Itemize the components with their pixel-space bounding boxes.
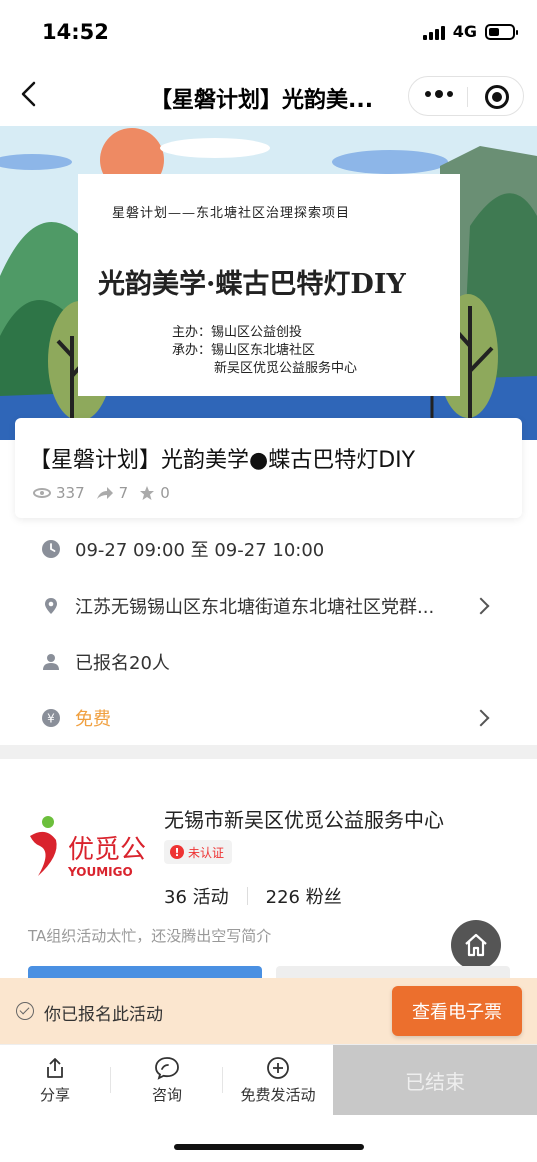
tab-divider — [110, 1067, 111, 1093]
publish-tab[interactable]: 免费发活动 — [232, 1045, 324, 1115]
event-location: 江苏无锡锡山区东北塘街道东北塘社区党群... — [75, 597, 435, 618]
consult-tab[interactable]: 咨询 — [136, 1045, 198, 1115]
miniprogram-capsule — [408, 76, 524, 116]
poster-organizers: 主办：锡山区公益创投 承办：锡山区东北塘社区 新吴区优觅公益服务中心 — [172, 324, 357, 378]
org-description: TA组织活动太忙，还没腾出空写简介 — [28, 927, 272, 945]
back-icon[interactable] — [18, 80, 44, 108]
nav-bar: 【星磐计划】光韵美... — [0, 62, 537, 126]
home-button[interactable] — [451, 920, 501, 970]
time-row: 09-27 09:00 至 09-27 10:00 — [0, 521, 537, 577]
org-name[interactable]: 无锡市新吴区优觅公益服务中心 — [164, 804, 444, 833]
view-ticket-button[interactable]: 查看电子票 — [392, 986, 522, 1036]
fee-row[interactable]: ¥ 免费 — [0, 690, 537, 746]
status-time: 14:52 — [42, 20, 109, 44]
plus-circle-icon — [267, 1056, 289, 1079]
event-title: 【星磐计划】光韵美学●蝶古巴特灯DIY — [29, 448, 416, 473]
consult-label: 咨询 — [151, 1085, 182, 1104]
ended-button[interactable]: 已结束 — [333, 1045, 537, 1115]
org-logo-graphic: 优觅公 YOUMIGO — [30, 816, 146, 879]
share-arrow-icon — [96, 487, 113, 499]
registration-bar: 你已报名此活动 查看电子票 — [0, 978, 537, 1044]
event-banner: 星磐计划——东北塘社区治理探索项目 光韵美学·蝶古巴特灯DIY 主办：锡山区公益… — [0, 126, 537, 440]
org-logo-text: 优觅公 — [68, 835, 146, 865]
home-indicator — [174, 1144, 364, 1150]
event-fee: 免费 — [75, 709, 111, 730]
share-tab[interactable]: 分享 — [24, 1045, 86, 1115]
event-stats: 337 7 0 — [33, 484, 176, 502]
poster-host: 主办：锡山区公益创投 — [172, 325, 303, 340]
stats-divider — [246, 887, 248, 905]
share-icon — [47, 1057, 63, 1078]
event-title-card: 【星磐计划】光韵美学●蝶古巴特灯DIY 337 7 0 — [15, 418, 522, 518]
publish-label: 免费发活动 — [240, 1085, 316, 1104]
secondary-button-partial[interactable] — [276, 966, 510, 978]
registered-row: 已报名20人 — [0, 634, 537, 690]
unverified-badge: ! 未认证 — [164, 840, 233, 864]
registered-count: 已报名20人 — [75, 653, 170, 674]
poster-organizer: 承办：锡山区东北塘社区 — [172, 343, 316, 358]
shares-count: 7 — [118, 484, 129, 502]
clock-icon — [42, 540, 60, 558]
poster-co-organizer: 新吴区优觅公益服务中心 — [214, 361, 358, 376]
yuan-icon: ¥ — [42, 709, 60, 727]
poster-title: 光韵美学·蝶古巴特灯DIY — [98, 269, 406, 300]
svg-text:¥: ¥ — [47, 712, 55, 726]
org-stats: 36 活动 226 粉丝 — [164, 883, 342, 909]
follow-button-partial[interactable] — [28, 966, 262, 978]
chevron-right-icon — [472, 597, 490, 615]
stars-stat: 0 — [139, 484, 170, 502]
org-logo[interactable]: 优觅公 YOUMIGO — [24, 816, 154, 882]
home-icon — [465, 933, 487, 957]
chevron-right-icon — [472, 709, 490, 727]
warning-icon: ! — [170, 845, 184, 859]
poster-card: 星磐计划——东北塘社区治理探索项目 光韵美学·蝶古巴特灯DIY 主办：锡山区公益… — [78, 174, 460, 396]
org-logo-subtext: YOUMIGO — [67, 865, 133, 879]
person-icon — [43, 654, 59, 670]
battery-icon — [485, 23, 518, 40]
org-fans[interactable]: 226 粉丝 — [266, 883, 342, 909]
capsule-divider — [467, 87, 468, 107]
share-label: 分享 — [39, 1085, 70, 1104]
poster-subtitle: 星磐计划——东北塘社区治理探索项目 — [112, 206, 351, 221]
views-stat: 337 — [33, 484, 85, 502]
status-bar: 14:52 4G — [0, 0, 537, 62]
badge-label: 未认证 — [188, 845, 225, 860]
page-title: 【星磐计划】光韵美... — [150, 88, 374, 113]
eye-icon — [33, 488, 51, 498]
check-circle-icon — [16, 1002, 34, 1020]
star-icon — [140, 486, 155, 500]
shares-stat: 7 — [96, 484, 129, 502]
signal-icon — [422, 24, 445, 40]
registration-status: 你已报名此活动 — [44, 1005, 163, 1025]
network-label: 4G — [452, 22, 477, 41]
tab-divider — [222, 1067, 223, 1093]
status-indicators: 4G — [422, 22, 518, 41]
org-activities[interactable]: 36 活动 — [164, 883, 229, 909]
location-row[interactable]: 江苏无锡锡山区东北塘街道东北塘社区党群... — [0, 578, 537, 634]
event-time: 09-27 09:00 至 09-27 10:00 — [75, 540, 325, 561]
location-pin-icon — [45, 598, 57, 614]
close-miniprogram-icon[interactable] — [485, 85, 509, 109]
views-count: 337 — [56, 484, 85, 502]
page: 14:52 4G 【星磐计划】光韵美... 星磐计划——东北塘社区治理探索项目 … — [0, 0, 537, 1162]
more-icon[interactable] — [425, 90, 453, 98]
stars-count: 0 — [160, 484, 170, 502]
bottom-action-bar: 分享 咨询 免费发活动 已结束 — [0, 1044, 537, 1115]
section-divider — [0, 745, 537, 759]
chat-bubble-icon — [155, 1056, 179, 1080]
